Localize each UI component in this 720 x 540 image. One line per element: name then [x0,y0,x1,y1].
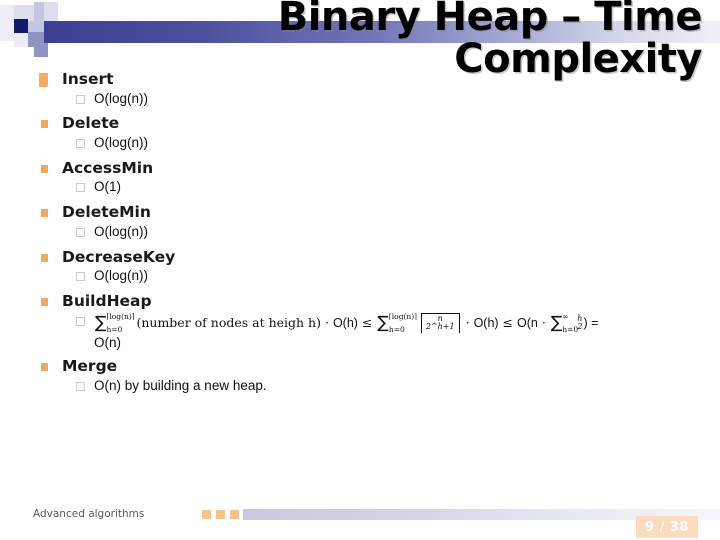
complexity-value: O(log(n)) [94,268,149,284]
operation-label: BuildHeap [62,292,152,311]
formula-dot: · [465,314,470,330]
footer-deco-square [202,510,211,519]
list-item: DeleteMin O(log(n)) [34,205,720,240]
slide-content: Insert O(log(n)) Delete O(log(n)) Access… [34,70,720,404]
sub-bullet-square-icon [76,183,85,193]
bullet-square-icon [41,164,48,173]
formula-o-open: O(n [517,315,538,330]
buildheap-formula: ∑ ⌈log(n)⌉ h=0 (number of nodes at heigh h)… [34,311,599,335]
operation-label: DecreaseKey [62,247,176,266]
footer-deco-square [230,510,239,519]
formula-oh-2: O(h) [473,315,499,330]
deco-square [14,5,28,19]
formula-leq-1: ≤ [361,314,373,330]
sub-bullet-square-icon [76,138,85,148]
bullet-square-icon [39,73,48,87]
operation-label: AccessMin [62,158,154,177]
sub-bullet-square-icon [76,316,85,326]
deco-square [44,2,58,21]
complexity-value: O(log(n)) [94,223,149,239]
complexity-value: O(n) by building a new heap. [94,377,267,393]
deco-square [0,5,14,41]
operation-label: Insert [62,70,114,88]
buildheap-formula-row: ∑ ⌈log(n)⌉ h=0 (number of nodes at heigh h)… [34,313,720,334]
bullet-square-icon [41,120,48,129]
complexity-value: O(1) [94,179,121,195]
page-number-badge: 9 / 38 [636,516,698,538]
formula-oh-1: O(h) [332,315,358,330]
operation-complexity-insert: O(log(n)) [34,91,720,108]
operation-name-decreasekey: DecreaseKey [34,247,720,266]
list-item: Merge O(n) by building a new heap. [34,359,720,394]
deco-square-navy [14,19,28,33]
operation-complexity-decreasekey: O(log(n)) [34,268,720,285]
operation-label: Merge [62,357,118,376]
operation-name-insert: Insert [34,70,720,88]
bullet-square-icon [41,363,48,372]
list-item: Delete O(log(n)) [34,116,720,151]
bullet-square-icon [41,209,48,218]
operation-name-merge: Merge [34,359,720,375]
bullet-square-icon [41,253,48,262]
fraction-n-over-2h1: n 2^h+1 [425,313,455,332]
page-title-line-1: Binary Heap – Time [277,0,703,40]
list-item: AccessMin O(1) [34,158,720,196]
operation-name-delete: Delete [34,116,720,132]
formula-dot: · [324,314,329,330]
summation-2: ∑ ⌈log(n)⌉ h=0 [377,311,418,335]
operation-name-deletemin: DeleteMin [34,205,720,221]
buildheap-result: O(n) [94,335,121,351]
page-title: Binary Heap – Time Complexity [182,0,703,81]
formula-dot-2: · [541,314,546,330]
formula-phrase: (number of nodes at heigh h) [136,314,321,330]
ceiling-bracket: n 2^h+1 [420,312,460,334]
summation-3: ∑ ∞ h=0 [550,311,579,335]
operation-complexity-deletemin: O(log(n)) [34,224,720,241]
bullet-square-icon [41,298,48,307]
operation-name-accessmin: AccessMin [34,158,720,177]
sub-bullet-square-icon [76,381,85,391]
deco-square [14,33,28,47]
operation-label: DeleteMin [62,203,151,222]
operation-complexity-delete: O(log(n)) [34,135,720,152]
list-item: Insert O(log(n)) [34,70,720,108]
list-item: DecreaseKey O(log(n)) [34,247,720,285]
list-item: BuildHeap ∑ ⌈log(n)⌉ h=0 (number of nodes a… [34,292,720,351]
footer-deco-square [216,510,225,519]
sub-bullet-square-icon [76,272,85,282]
summation-1: ∑ ⌈log(n)⌉ h=0 [95,311,135,335]
sub-bullet-square-icon [76,227,85,237]
footer-course-label: Advanced algorithms [33,508,145,520]
slide-footer: Advanced algorithms 9 / 38 [0,496,720,540]
operation-label: Delete [62,114,120,133]
deco-square [28,21,44,32]
sub-bullet-square-icon [76,94,85,104]
formula-o-close: ) = [583,315,599,330]
operation-name-buildheap: BuildHeap [34,292,720,311]
deco-square [34,43,48,57]
complexity-value: O(log(n)) [94,90,149,106]
formula-leq-2: ≤ [502,314,514,330]
operation-complexity-merge: O(n) by building a new heap. [34,378,720,395]
complexity-value: O(log(n)) [94,134,149,150]
operation-complexity-accessmin: O(1) [34,179,720,196]
